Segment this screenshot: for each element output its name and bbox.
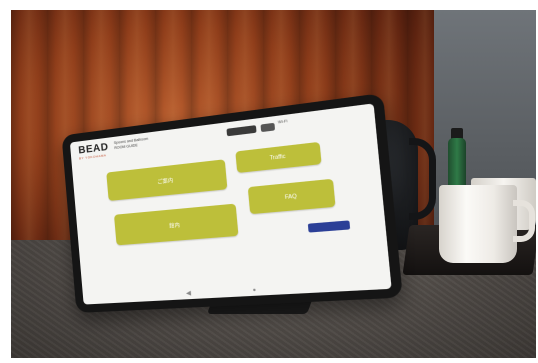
menu-tile-1[interactable]: ご案内 <box>106 159 228 201</box>
contact-button[interactable] <box>307 220 351 233</box>
hotel-room-photo: BEAD BY YOKOHAMA Spoons and Ballroom ROO… <box>11 10 536 358</box>
header-pill[interactable] <box>226 125 257 137</box>
wifi-label: Wi-Fi <box>277 118 288 125</box>
android-nav-bar: ◀ ● <box>83 277 392 302</box>
menu-tile-3[interactable]: 館内 <box>113 203 239 246</box>
menu-tile-2[interactable]: Traffic <box>235 141 322 174</box>
tablet-screen: BEAD BY YOKOHAMA Spoons and Ballroom ROO… <box>69 103 392 305</box>
hotel-info: Spoons and Ballroom ROOM GUIDE <box>114 137 149 152</box>
wifi-icon[interactable] <box>260 122 276 133</box>
kettle-handle <box>409 138 436 220</box>
menu-tile-4-label: FAQ <box>284 192 298 201</box>
home-icon[interactable]: ● <box>252 287 256 294</box>
menu-tile-4[interactable]: FAQ <box>247 178 336 215</box>
back-icon[interactable]: ◀ <box>186 290 192 298</box>
menu-tile-1-label: ご案内 <box>157 177 174 186</box>
menu-tile-3-label: 館内 <box>168 222 181 230</box>
front-cup <box>439 185 517 263</box>
cup-handle <box>513 200 535 242</box>
menu-tile-2-label: Traffic <box>269 153 286 162</box>
